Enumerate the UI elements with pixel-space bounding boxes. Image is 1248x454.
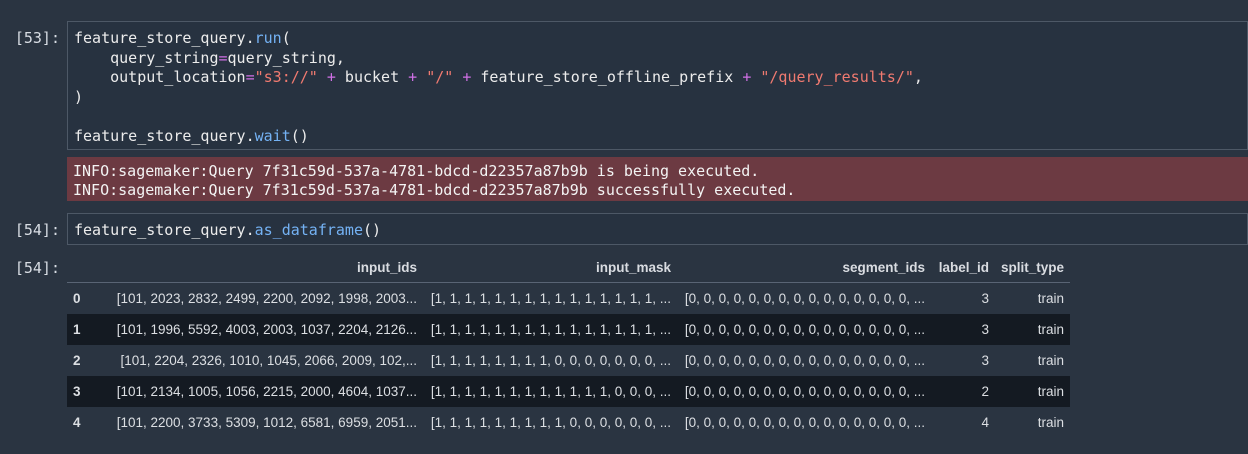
cell-label-id: 3 bbox=[981, 353, 989, 368]
code-token: ( bbox=[281, 29, 291, 47]
cell-segment-ids: [0, 0, 0, 0, 0, 0, 0, 0, 0, 0, 0, 0, 0, … bbox=[677, 314, 931, 345]
code-token: bucket bbox=[335, 68, 409, 86]
code-token-fn: as_dataframe bbox=[254, 221, 363, 239]
code-line: ) bbox=[74, 88, 1247, 108]
stderr-line: INFO:sagemaker:Query 7f31c59d-537a-4781-… bbox=[73, 181, 796, 199]
code-token-op: = bbox=[218, 48, 228, 67]
code-token: ) bbox=[74, 87, 84, 106]
cell-53-stderr-output: INFO:sagemaker:Query 7f31c59d-537a-4781-… bbox=[67, 157, 1248, 201]
cell-input-mask: [1, 1, 1, 1, 1, 1, 1, 1, 1, 1, 1, 1, 1, … bbox=[430, 291, 671, 306]
row-index: 1 bbox=[67, 314, 95, 345]
cell-54-code-editor[interactable]: feature_store_query.as_dataframe() bbox=[67, 213, 1248, 245]
cell-segment-ids: [0, 0, 0, 0, 0, 0, 0, 0, 0, 0, 0, 0, 0, … bbox=[684, 353, 925, 368]
code-token-op: + bbox=[742, 68, 752, 86]
code-token-fn: wait bbox=[254, 126, 291, 145]
cell-split-type: train bbox=[1037, 291, 1065, 306]
cell-segment-ids: [0, 0, 0, 0, 0, 0, 0, 0, 0, 0, 0, 0, 0, … bbox=[677, 376, 931, 407]
code-line: feature_store_query.run( bbox=[74, 29, 1247, 49]
column-header-split-type: split_type bbox=[995, 253, 1071, 283]
cell-53-input-prompt: [53]: bbox=[14, 29, 60, 47]
cell-split-type: train bbox=[995, 314, 1071, 345]
table-row: 0 [101, 2023, 2832, 2499, 2200, 2092, 199… bbox=[67, 283, 1070, 315]
code-token: feature_store_query. bbox=[74, 29, 255, 47]
cell-53-code-editor[interactable]: feature_store_query.run( query_string=qu… bbox=[67, 21, 1248, 150]
code-token-str: "s3://" bbox=[254, 68, 318, 86]
cell-split-type: train bbox=[1037, 415, 1065, 430]
cell-split-type: train bbox=[1037, 353, 1065, 368]
column-header-label-id: label_id bbox=[931, 253, 995, 283]
row-index: 2 bbox=[73, 353, 81, 368]
cell-input-mask: [1, 1, 1, 1, 1, 1, 1, 1, 1, 1, 1, 1, 1, … bbox=[423, 314, 677, 345]
column-header-segment-ids: segment_ids bbox=[677, 253, 931, 283]
code-token: query_string, bbox=[227, 48, 345, 67]
table-row: 3 [101, 2134, 1005, 1056, 2215, 2000, 460… bbox=[67, 376, 1071, 407]
code-token: query_string bbox=[74, 48, 219, 67]
code-token-op: = bbox=[245, 68, 255, 86]
cell-input-ids: [101, 1996, 5592, 4003, 2003, 1037, 2204… bbox=[95, 314, 423, 345]
table-row: 4 [101, 2200, 3733, 5309, 1012, 6581, 695… bbox=[67, 407, 1070, 438]
cell-input-mask: [1, 1, 1, 1, 1, 1, 1, 1, 1, 0, 0, 0, 0, … bbox=[430, 415, 671, 430]
code-token: feature_store_query. bbox=[74, 221, 255, 239]
row-index: 3 bbox=[67, 376, 95, 407]
cell-54-output-prompt: [54]: bbox=[14, 259, 60, 277]
code-token-str: "/" bbox=[426, 68, 454, 86]
cell-input-ids: [101, 2023, 2832, 2499, 2200, 2092, 1998… bbox=[116, 291, 417, 306]
cell-label-id: 3 bbox=[931, 314, 995, 345]
code-token: output_location bbox=[74, 68, 246, 86]
code-token: () bbox=[290, 126, 309, 145]
column-header-index bbox=[67, 253, 95, 283]
cell-input-ids: [101, 2200, 3733, 5309, 1012, 6581, 6959… bbox=[116, 415, 417, 430]
code-token: feature_store_offline_prefix bbox=[471, 68, 743, 86]
stderr-line: INFO:sagemaker:Query 7f31c59d-537a-4781-… bbox=[73, 162, 760, 180]
code-line: output_location="s3://" + bucket + "/" +… bbox=[74, 68, 1247, 88]
row-index: 4 bbox=[73, 415, 81, 430]
code-token-fn: run bbox=[254, 29, 282, 47]
table-row: 1 [101, 1996, 5592, 4003, 2003, 1037, 220… bbox=[67, 314, 1071, 345]
cell-label-id: 4 bbox=[981, 415, 989, 430]
table-row: 2 [101, 2204, 2326, 1010, 1045, 2066, 200… bbox=[67, 345, 1070, 376]
cell-input-ids: [101, 2134, 1005, 1056, 2215, 2000, 4604… bbox=[95, 376, 423, 407]
code-line: feature_store_query.wait() bbox=[74, 127, 1247, 147]
cell-segment-ids: [0, 0, 0, 0, 0, 0, 0, 0, 0, 0, 0, 0, 0, … bbox=[684, 291, 925, 306]
cell-split-type: train bbox=[995, 376, 1071, 407]
cell-53-code[interactable]: feature_store_query.run( query_string=qu… bbox=[68, 22, 1247, 146]
code-token-op: + bbox=[408, 68, 418, 86]
cell-input-mask: [1, 1, 1, 1, 1, 1, 1, 1, 1, 1, 1, 1, 0, … bbox=[423, 376, 677, 407]
cell-54-code[interactable]: feature_store_query.as_dataframe() bbox=[68, 214, 1247, 241]
code-token-str: "/query_results/" bbox=[760, 68, 914, 86]
dataframe-header-row: input_ids input_mask segment_ids label_i… bbox=[67, 253, 1071, 283]
code-line: feature_store_query.as_dataframe() bbox=[74, 221, 1247, 241]
row-index: 0 bbox=[73, 291, 81, 306]
cell-input-ids: [101, 2204, 2326, 1010, 1045, 2066, 2009… bbox=[120, 353, 417, 368]
dataframe-table: input_ids input_mask segment_ids label_i… bbox=[67, 253, 1071, 438]
column-header-input-ids: input_ids bbox=[95, 253, 423, 283]
code-token-op: + bbox=[326, 68, 336, 86]
code-line: query_string=query_string, bbox=[74, 49, 1247, 69]
column-header-input-mask: input_mask bbox=[423, 253, 677, 283]
cell-label-id: 3 bbox=[981, 291, 989, 306]
code-token: () bbox=[363, 221, 382, 239]
cell-54-input-prompt: [54]: bbox=[14, 221, 60, 239]
cell-label-id: 2 bbox=[931, 376, 995, 407]
cell-segment-ids: [0, 0, 0, 0, 0, 0, 0, 0, 0, 0, 0, 0, 0, … bbox=[684, 415, 925, 430]
code-token: , bbox=[913, 68, 923, 86]
cell-input-mask: [1, 1, 1, 1, 1, 1, 1, 1, 0, 0, 0, 0, 0, … bbox=[430, 353, 671, 368]
code-token: feature_store_query. bbox=[74, 126, 255, 145]
